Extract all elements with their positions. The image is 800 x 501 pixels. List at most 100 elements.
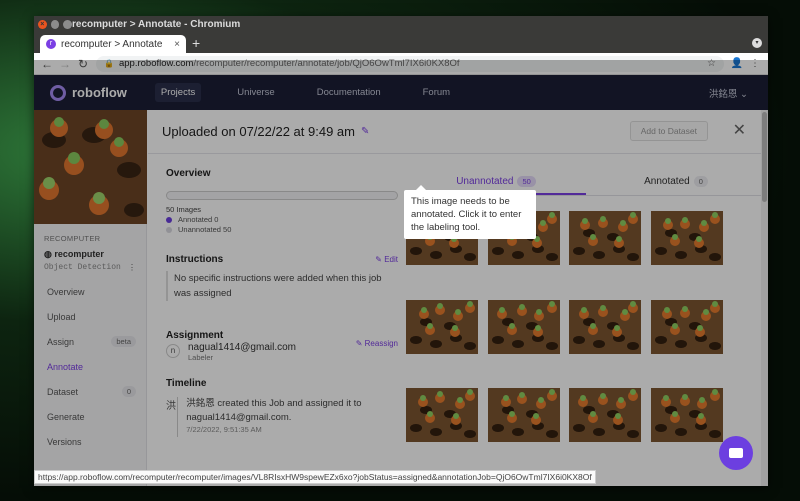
title-bar: × recomputer > Annotate - Chromium — [34, 16, 768, 33]
nav-link-projects[interactable]: Projects — [154, 83, 202, 102]
tab-search-icon[interactable]: ▾ — [752, 38, 762, 48]
chat-icon — [729, 448, 743, 458]
globe-icon: ◍ — [44, 249, 52, 259]
thumbnail-image — [569, 211, 641, 265]
url-domain: app.roboflow.com — [118, 58, 194, 69]
thumbnail-image — [651, 300, 723, 354]
sidebar-item-generate[interactable]: Generate — [34, 404, 146, 429]
nav-link-universe[interactable]: Universe — [231, 83, 281, 102]
sidebar-item-versions[interactable]: Versions — [34, 429, 146, 454]
project-type: Object Detection ⋮ — [44, 263, 136, 273]
annotation-progress-bar — [166, 191, 398, 200]
tab-title: recomputer > Annotate — [61, 38, 163, 50]
assignee-avatar: n — [166, 344, 180, 358]
browser-window: × recomputer > Annotate - Chromium r rec… — [34, 16, 768, 486]
status-bar-url: https://app.roboflow.com/recomputer/reco… — [34, 470, 596, 484]
sidebar-item-upload[interactable]: Upload — [34, 304, 146, 329]
add-to-dataset-button[interactable]: Add to Dataset — [629, 121, 708, 141]
app-body: RECOMPUTER ◍ recomputer Object Detection… — [34, 110, 768, 486]
bookmark-star-icon[interactable]: ☆ — [707, 58, 716, 69]
timeline-time: 7/22/2022, 9:51:35 AM — [186, 425, 262, 434]
image-thumbnail[interactable] — [651, 300, 723, 354]
reassign-button[interactable]: ✎ Reassign — [356, 339, 398, 348]
close-icon[interactable]: ✕ — [733, 120, 746, 140]
url-path: /recomputer/recomputer/annotate/job/QjO6… — [193, 58, 460, 69]
sidebar-item-dataset[interactable]: Dataset 0 — [34, 379, 146, 404]
assignee-role: Labeler — [188, 353, 214, 362]
nav-link-documentation[interactable]: Documentation — [311, 83, 387, 102]
project-thumbnail-image — [34, 110, 147, 224]
edit-icon: ✎ — [375, 255, 382, 264]
profile-icon[interactable]: 👤 — [728, 58, 746, 69]
overview-title: Overview — [166, 168, 211, 179]
unannotated-legend: Unannotated 50 — [166, 225, 398, 234]
nav-link-forum[interactable]: Forum — [417, 83, 456, 102]
reload-icon[interactable]: ↻ — [74, 57, 92, 71]
edit-instructions-button[interactable]: ✎ Edit — [375, 255, 398, 264]
tab-count-badge: 50 — [517, 176, 536, 187]
job-details: Overview 50 Images Annotated 0 Unannotat… — [166, 168, 398, 437]
close-window-icon[interactable]: × — [38, 20, 47, 29]
timeline-entry: 洪 洪銘恩 created this Job and assigned it t… — [166, 397, 398, 437]
brand-name: roboflow — [72, 85, 127, 100]
sidebar-item-label: Overview — [47, 286, 85, 297]
sidebar-item-label: Upload — [47, 311, 76, 322]
back-icon[interactable]: ← — [38, 57, 56, 71]
image-thumbnail[interactable] — [569, 388, 641, 442]
sidebar-item-label: Dataset — [47, 386, 79, 397]
job-title: Uploaded on 07/22/22 at 9:49 am — [162, 124, 355, 139]
sidebar-item-annotate[interactable]: Annotate — [34, 354, 146, 379]
project-thumbnail[interactable] — [34, 110, 147, 224]
chat-support-button[interactable] — [719, 436, 753, 470]
tab-label: Unannotated — [456, 176, 514, 187]
thumbnail-image — [488, 300, 560, 354]
chevron-down-icon: ⌄ — [740, 88, 748, 100]
image-thumbnail[interactable] — [651, 211, 723, 265]
workspace-label: RECOMPUTER — [44, 234, 101, 243]
close-tab-icon[interactable]: × — [174, 39, 180, 50]
scrollbar[interactable] — [761, 110, 768, 486]
url-field[interactable]: 🔒 app.roboflow.com /recomputer/recompute… — [96, 55, 724, 72]
image-thumbnail[interactable] — [406, 300, 478, 354]
sidebar-item-assign[interactable]: Assign beta — [34, 329, 146, 354]
reassign-label: Reassign — [364, 339, 398, 348]
annotated-label: Annotated 0 — [178, 215, 219, 224]
image-grid — [402, 207, 766, 471]
tab-strip: r recomputer > Annotate × + ▾ — [34, 33, 768, 53]
onboarding-tooltip: This image needs to be annotated. Click … — [404, 185, 536, 239]
scrollbar-thumb[interactable] — [762, 112, 767, 202]
image-thumbnail[interactable] — [651, 388, 723, 442]
new-tab-icon[interactable]: + — [192, 35, 200, 51]
edit-title-icon[interactable]: ✎ — [361, 126, 369, 137]
thumbnail-image — [569, 300, 641, 354]
thumbnail-image — [651, 388, 723, 442]
browser-menu-icon[interactable]: ⋮ — [746, 58, 764, 69]
instructions-title: Instructions — [166, 254, 224, 265]
roboflow-logo[interactable]: roboflow — [50, 84, 127, 101]
unannotated-label: Unannotated 50 — [178, 225, 232, 234]
roboflow-navbar: roboflow Projects Universe Documentation… — [34, 75, 768, 110]
forward-icon[interactable]: → — [56, 57, 74, 71]
timeline-text: 洪銘恩 created this Job and assigned it to … — [186, 398, 362, 423]
roboflow-logo-icon — [50, 84, 66, 101]
lock-icon: 🔒 — [104, 59, 114, 68]
minimize-window-icon[interactable] — [50, 20, 60, 29]
project-sidebar: RECOMPUTER ◍ recomputer Object Detection… — [34, 110, 147, 486]
browser-tab[interactable]: r recomputer > Annotate × — [40, 35, 186, 53]
sidebar-item-overview[interactable]: Overview — [34, 279, 146, 304]
image-thumbnail[interactable] — [569, 300, 641, 354]
user-menu[interactable]: 洪銘恩 ⌄ — [709, 86, 748, 100]
thumbnail-image — [651, 211, 723, 265]
image-thumbnail[interactable] — [488, 300, 560, 354]
tab-annotated[interactable]: Annotated 0 — [586, 168, 766, 195]
image-thumbnail[interactable] — [406, 388, 478, 442]
more-options-icon[interactable]: ⋮ — [128, 263, 136, 273]
thumbnail-image — [406, 300, 478, 354]
project-name-text: recomputer — [54, 249, 104, 259]
image-thumbnail[interactable] — [488, 388, 560, 442]
image-thumbnail[interactable] — [569, 211, 641, 265]
project-name: ◍ recomputer — [44, 249, 136, 260]
maximize-window-icon[interactable] — [63, 20, 73, 29]
thumbnail-image — [488, 388, 560, 442]
project-meta: RECOMPUTER ◍ recomputer Object Detection… — [34, 224, 146, 279]
